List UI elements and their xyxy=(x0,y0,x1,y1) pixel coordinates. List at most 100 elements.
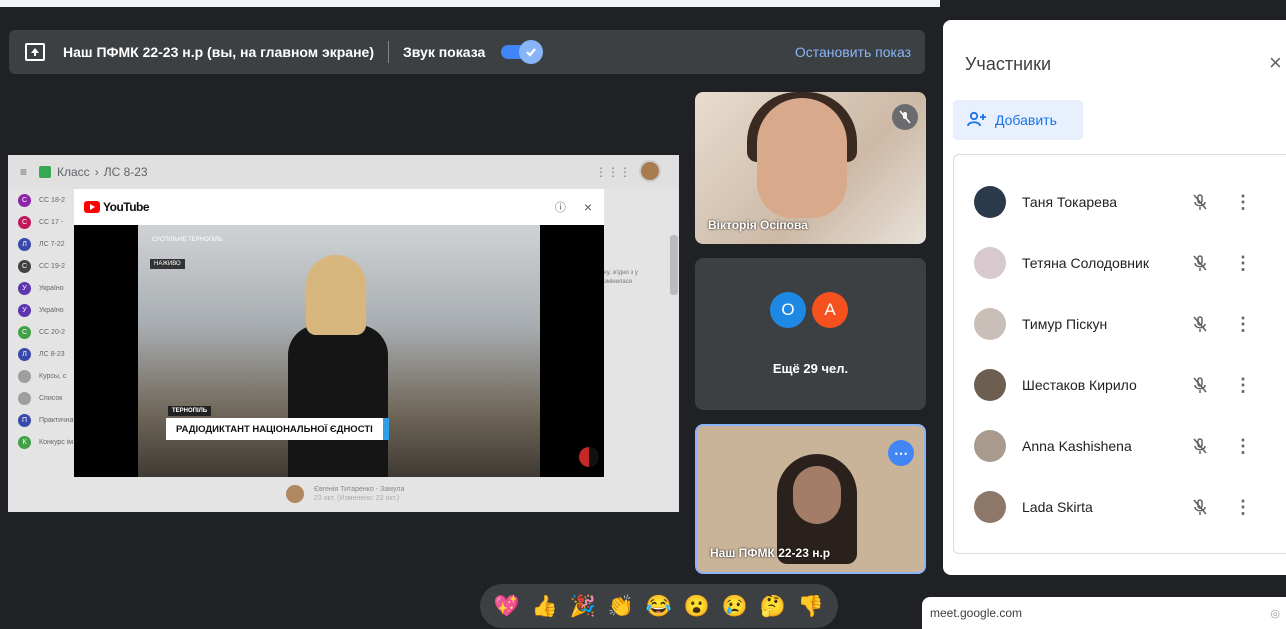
avatar xyxy=(974,491,1006,523)
reaction-emoji-button[interactable]: 👍 xyxy=(532,596,558,617)
avatar xyxy=(974,430,1006,462)
video-frame: СУСПІЛЬНЕ ТЕРНОПІЛЬ НАЖИВО ТЕРНОПІЛЬ РАД… xyxy=(138,225,540,477)
avatar: О xyxy=(770,292,806,328)
mic-off-icon xyxy=(892,104,918,130)
reaction-emoji-button[interactable]: 😮 xyxy=(684,596,710,617)
class-list-label: СС 20-2 xyxy=(39,328,66,336)
participant-face xyxy=(757,98,847,218)
self-tile[interactable]: ⋯ Наш ПФМК 22-23 н.р xyxy=(695,424,926,574)
class-avatar-icon: С xyxy=(18,325,31,339)
help-icon: ⓘ xyxy=(554,202,566,214)
more-options-icon[interactable]: ⋮ xyxy=(1234,314,1252,335)
youtube-play-icon xyxy=(84,201,100,213)
youtube-header: YouTube ⓘ × xyxy=(74,189,604,225)
class-list-label: Україно xyxy=(39,284,64,292)
class-list-label: Список xyxy=(39,394,63,402)
more-count-label: Ещё 29 чел. xyxy=(772,361,849,376)
breadcrumb-class: ЛС 8-23 xyxy=(103,165,148,179)
class-avatar-icon: К xyxy=(18,435,31,449)
more-options-icon[interactable]: ⋮ xyxy=(1234,497,1252,518)
participant-row[interactable]: Тетяна Солодовник ⋮ xyxy=(954,234,1286,292)
class-list-label: ЛС 8-23 xyxy=(39,350,65,358)
reporter-body xyxy=(288,325,388,477)
participant-name: Тимур Піскун xyxy=(1022,316,1108,332)
url-bar[interactable]: meet.google.com ◎ xyxy=(922,597,1286,629)
add-people-button[interactable]: Добавить xyxy=(953,100,1083,140)
participant-name: Наш ПФМК 22-23 н.р xyxy=(710,546,831,560)
participant-name: Anna Kashishena xyxy=(1022,438,1132,454)
close-icon[interactable]: × xyxy=(1269,50,1282,76)
class-avatar-icon: У xyxy=(18,281,31,295)
more-options-icon[interactable]: ⋮ xyxy=(1234,436,1252,457)
reporter-figure xyxy=(288,255,398,477)
participants-panel: Участники × Добавить Таня Токарева ⋮ Тетян… xyxy=(943,20,1286,575)
avatar xyxy=(639,160,661,182)
mic-off-icon xyxy=(1188,498,1212,516)
reaction-emoji-button[interactable]: 🤔 xyxy=(760,596,786,617)
class-list-label: СС 19-2 xyxy=(39,262,66,270)
more-options-icon[interactable]: ⋮ xyxy=(1234,375,1252,396)
participant-row[interactable]: Таня Токарева ⋮ xyxy=(954,173,1286,231)
post-author-name: Євгенія Титаренко - Замула xyxy=(314,486,405,493)
participant-row[interactable]: Шестаков Кирило ⋮ xyxy=(954,356,1286,414)
class-avatar-icon xyxy=(18,391,31,405)
headline-label: РАДІОДИКТАНТ НАЦІОНАЛЬНОЇ ЄДНОСТІ xyxy=(166,418,389,440)
presentation-bar: Наш ПФМК 22-23 н.р (вы, на главном экран… xyxy=(9,30,925,74)
class-list-label: Курсы, с xyxy=(39,372,67,380)
browser-top-strip xyxy=(0,0,940,7)
participants-list: Таня Токарева ⋮ Тетяна Солодовник ⋮ Тимур Пі… xyxy=(953,154,1286,554)
youtube-video: СУСПІЛЬНЕ ТЕРНОПІЛЬ НАЖИВО ТЕРНОПІЛЬ РАД… xyxy=(74,225,604,477)
post-author: Євгенія Титаренко - Замула 23 окт. (Изме… xyxy=(286,485,404,503)
class-avatar-icon: С xyxy=(18,259,31,273)
class-list-label: ЛС 7-22 xyxy=(39,240,65,248)
location-label: ТЕРНОПІЛЬ xyxy=(168,406,212,416)
sound-toggle[interactable] xyxy=(501,40,544,64)
participant-tile-1[interactable]: Вікторія Осіпова xyxy=(695,92,926,244)
channel-watermark xyxy=(579,447,599,467)
reaction-emoji-button[interactable]: 💖 xyxy=(494,596,520,617)
more-options-icon[interactable]: ⋮ xyxy=(1234,192,1252,213)
more-options-icon[interactable]: ⋯ xyxy=(888,440,914,466)
reaction-emoji-button[interactable]: 😂 xyxy=(646,596,672,617)
participant-face xyxy=(793,466,841,524)
reaction-emoji-button[interactable]: 😢 xyxy=(722,596,748,617)
add-person-icon xyxy=(967,111,987,130)
breadcrumb-app: Класс xyxy=(57,165,90,179)
channel-logo: СУСПІЛЬНЕ ТЕРНОПІЛЬ xyxy=(152,237,223,243)
class-avatar-icon: П xyxy=(18,413,31,427)
participant-row[interactable]: Anna Kashishena ⋮ xyxy=(954,417,1286,475)
stop-presenting-button[interactable]: Остановить показ xyxy=(795,44,911,60)
avatar xyxy=(974,369,1006,401)
class-list-label: Україно xyxy=(39,306,64,314)
sound-label: Звук показа xyxy=(403,44,486,60)
reactions-bar: 💖 👍 🎉 👏 😂 😮 😢 🤔 👎 xyxy=(480,584,838,628)
reaction-emoji-button[interactable]: 👏 xyxy=(608,596,634,617)
class-list-label: СС 18-2 xyxy=(39,196,66,204)
classroom-header: ≡ Класс › ЛС 8-23 xyxy=(8,155,679,189)
presentation-title: Наш ПФМК 22-23 н.р (вы, на главном экран… xyxy=(63,44,375,60)
participant-row[interactable]: Тимур Піскун ⋮ xyxy=(954,295,1286,353)
participant-name: Вікторія Осіпова xyxy=(708,218,808,232)
reaction-emoji-button[interactable]: 🎉 xyxy=(570,596,596,617)
class-avatar-icon: Л xyxy=(18,347,31,361)
live-tag: НАЖИВО xyxy=(150,259,185,269)
participant-row[interactable]: Lada Skirta ⋮ xyxy=(954,478,1286,536)
add-people-label: Добавить xyxy=(995,112,1057,128)
mic-off-icon xyxy=(1188,437,1212,455)
avatar xyxy=(286,485,304,503)
more-participants-tile[interactable]: О А Ещё 29 чел. xyxy=(695,258,926,410)
class-list-label: СС 17 - xyxy=(39,218,64,226)
avatar: А xyxy=(812,292,848,328)
class-avatar-icon: У xyxy=(18,303,31,317)
youtube-brand: YouTube xyxy=(103,200,150,214)
site-settings-icon[interactable]: ◎ xyxy=(1270,607,1280,620)
avatar xyxy=(974,186,1006,218)
breadcrumb-separator: › xyxy=(94,165,99,179)
panel-title: Участники xyxy=(965,54,1051,74)
more-options-icon[interactable]: ⋮ xyxy=(1234,253,1252,274)
class-avatar-icon: С xyxy=(18,215,31,229)
reaction-emoji-button[interactable]: 👎 xyxy=(798,596,824,617)
menu-icon: ≡ xyxy=(20,165,28,179)
mic-off-icon xyxy=(1188,193,1212,211)
apps-grid-icon: ⋮⋮⋮ xyxy=(595,165,631,179)
